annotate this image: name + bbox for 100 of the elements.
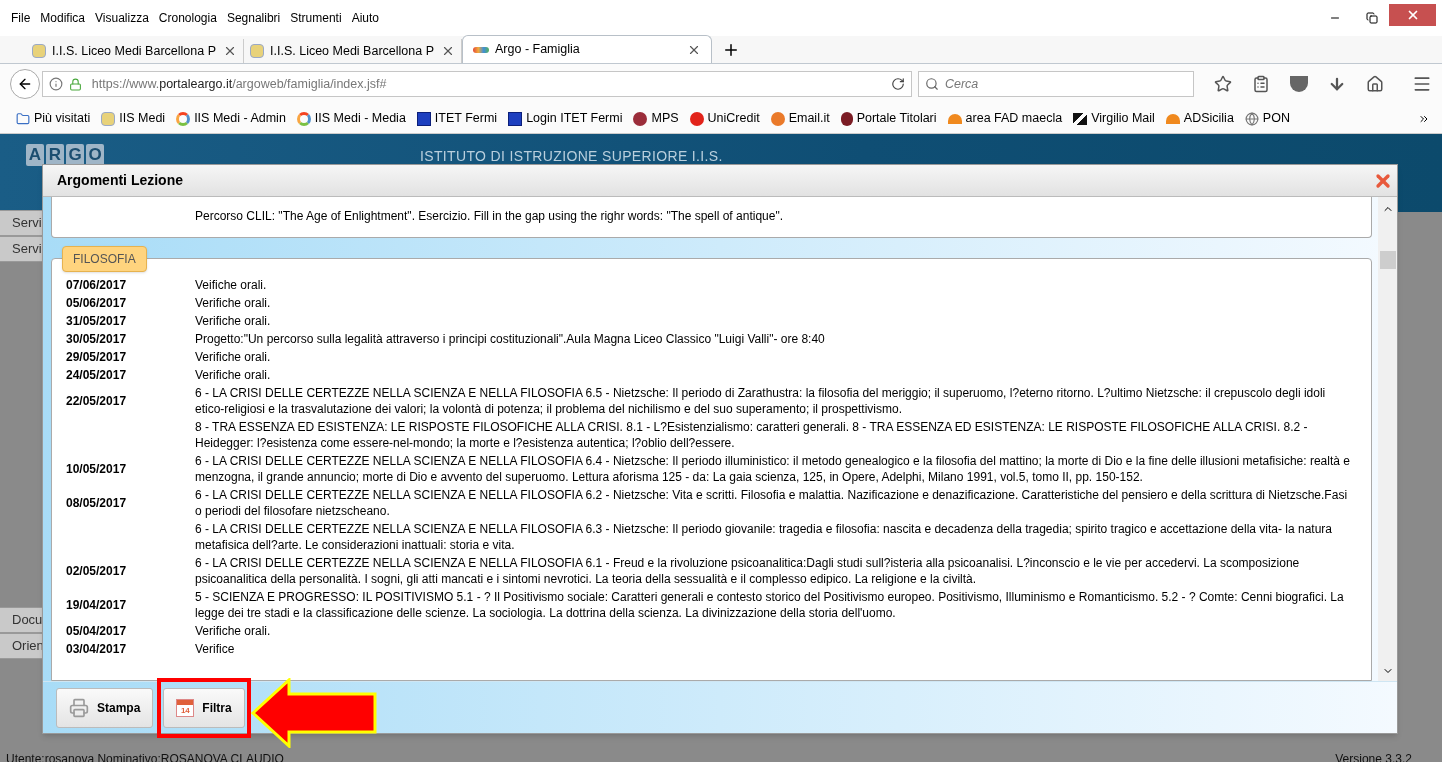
lesson-text: 6 - LA CRISI DELLE CERTEZZE NELLA SCIENZA E NELLA FILOSOFIA 6.5 - Nietzsche: Il periodo di Zarathustra: la filosofia del meriggio; il superuomo, l?eterno ritorno. L?ultimo Nietzsche: il crepuscolo degli idoli etico-religiosi e la trasvalutazione dei valori; la volontà di potenza; il problema del nichilismo e del suo superamento; il prospettivismo. <box>195 385 1327 417</box>
bookmark-star-icon[interactable] <box>1214 75 1232 93</box>
menu-item[interactable]: Visualizza <box>95 9 149 27</box>
search-field[interactable]: Cerca <box>917 71 1194 97</box>
crest-icon <box>250 44 264 58</box>
bookmark-link[interactable]: ADSicilia <box>1183 109 1234 128</box>
lesson-date: 05/06/2017 <box>66 296 127 310</box>
menu-item[interactable]: Aiuto <box>351 9 379 27</box>
toolbar-button[interactable]: 14 Filtra <box>163 687 245 728</box>
lesson-text: Verifiche orali. <box>195 313 272 329</box>
lesson-text: Veifiche orali. <box>195 277 268 293</box>
bookmark-link[interactable]: Virgilio Mail <box>1091 109 1155 128</box>
logo-letter: R <box>46 144 64 166</box>
lesson-date: 10/05/2017 <box>66 462 127 476</box>
download-icon[interactable] <box>1328 75 1346 93</box>
sidebar-item[interactable]: Servi <box>0 236 42 262</box>
back-button[interactable] <box>10 69 40 99</box>
lesson-text: Verifiche orali. <box>195 623 272 639</box>
browser-tab[interactable]: I.I.S. Liceo Medi Barcellona P <box>244 39 462 63</box>
lesson-text: Verifiche orali. <box>195 295 272 311</box>
lesson-date: 03/04/2017 <box>66 642 127 656</box>
reading-list-icon[interactable] <box>1252 75 1270 93</box>
lesson-date: 19/04/2017 <box>66 598 127 612</box>
close-tab-icon[interactable] <box>441 44 455 58</box>
menu-item[interactable]: Modifica <box>40 9 86 27</box>
logo-letter: A <box>26 144 44 166</box>
bookmark-link[interactable]: IIS Medi <box>119 109 166 128</box>
lesson-text: 6 - LA CRISI DELLE CERTEZZE NELLA SCIENZA E NELLA FILOSOFIA 6.2 - Nietzsche: Vita e scritti. Filosofia e malattia. Nazificazione e denazificazione. Caratteristiche del pensiero e della scrittura di Nietzsche.Fasi o periodi del filosofare nietzscheano. <box>195 487 1349 519</box>
menu-item[interactable]: Strumenti <box>290 9 342 27</box>
bookmark-link[interactable]: IIS Medi - Media <box>314 109 406 128</box>
bookmark-link[interactable]: area FAD maecla <box>965 109 1063 128</box>
lesson-date: 31/05/2017 <box>66 314 127 328</box>
address-field[interactable]: https://www.portaleargo.it/argoweb/famiglia/index.jsf# <box>41 71 912 97</box>
lesson-text: 8 - TRA ESSENZA ED ESISTENZA: LE RISPOSTE FILOSOFICHE ALLA CRISI. 8.1 - L?Esistenzialismo: caratteri generali. 8 - TRA ESSENZA ED ESISTENZA: LE RISPOSTE FILOSOFICHE ALLA CRISI. 8.2 - Heidegger: l?esistenza come essere-nel-mondo; la morte e l?esistenza autentica; l?oblio dell?essere. <box>195 419 1309 451</box>
browser-tab[interactable]: Argo - Famiglia <box>462 35 712 63</box>
pocket-icon[interactable] <box>1290 76 1308 92</box>
menu-item[interactable]: File <box>11 9 31 27</box>
joomla-icon <box>296 111 311 126</box>
lesson-date: 22/05/2017 <box>66 394 127 408</box>
lesson-text: Progetto:"Un percorso sulla legalità attraverso i principi costituzionali".Aula Magna Liceo Classico "Luigi Valli"- ore 8:40 <box>195 331 826 347</box>
lesson-text: 5 - SCIENZA E PROGRESSO: IL POSITIVISMO 5.1 - ? Il Positivismo sociale: Caratteri generali e contesto storico del Positivismo europeo. Positivismo, Illuminismo e Romanticismo. 5.2 - ? Comte: Cenni biografici. La legge dei tre stadi e la classificazione delle scienze. La sociologia. La dottrina della scienza. La divinizzazione della storia dell'uomo. <box>195 589 1345 621</box>
lesson-text: Verifiche orali. <box>195 349 272 365</box>
lesson-text: 6 - LA CRISI DELLE CERTEZZE NELLA SCIENZA E NELLA FILOSOFIA 6.1 - Freud e la rivoluzione psicoanalitica:Dagli studi sull?isteria alla psicoanalisi. L?inconscio e le vie per accedervi. La scomposizione psicoanalitica della personalità. I sogni, gli atti mancati e i sintomi nevrotici. La teoria della sessualità e il complesso edipico. La religione e la civiltà. <box>195 555 1301 587</box>
lesson-text: 6 - LA CRISI DELLE CERTEZZE NELLA SCIENZA E NELLA FILOSOFIA 6.3 - Nietzsche: Il periodo giovanile: tragedia e filosofia: nascita e decadenza della tragedia; spirito tragico e accettazione della vita- la natura metafisica dell?arte. Le considerazioni inattuali: storia e vita. <box>195 521 1334 553</box>
search-icon <box>924 77 939 91</box>
dialog-title: Argomenti Lezione <box>57 171 183 190</box>
scrollbar[interactable] <box>1378 197 1397 681</box>
url-text: https://www.portaleargo.it/argoweb/famiglia/index.jsf# <box>91 75 387 93</box>
logo-letter: G <box>66 144 84 166</box>
menu-item[interactable]: Segnalibri <box>226 9 281 27</box>
sidebar-item[interactable]: Docu <box>0 607 42 633</box>
institute-name: ISTITUTO DI ISTRUZIONE SUPERIORE I.I.S. <box>420 147 723 166</box>
new-tab-icon[interactable] <box>722 41 740 59</box>
close-tab-icon[interactable] <box>223 44 237 58</box>
scroll-thumb[interactable] <box>1379 251 1396 269</box>
square-icon <box>508 111 523 126</box>
bookmark-link[interactable]: Email.it <box>788 109 830 128</box>
lesson-text: Verifiche orali. <box>195 367 272 383</box>
crest-icon <box>32 44 46 58</box>
lesson-date: 07/06/2017 <box>66 278 127 292</box>
lesson-date: 05/04/2017 <box>66 624 127 638</box>
joomla-icon <box>176 111 191 126</box>
globe-icon <box>1244 111 1259 126</box>
reload-icon[interactable] <box>890 77 905 91</box>
calendar-icon: 14 <box>176 698 195 717</box>
lesson-date: 30/05/2017 <box>66 332 127 346</box>
sidebar-item[interactable]: Servi <box>0 210 42 236</box>
square-icon <box>416 111 431 126</box>
menu-item[interactable]: Cronologia <box>158 9 217 27</box>
bookmark-link[interactable]: IIS Medi - Admin <box>194 109 286 128</box>
subject-badge: FILOSOFIA <box>62 246 147 272</box>
cap-icon <box>947 113 962 124</box>
dots-icon <box>473 46 489 53</box>
lesson-text: Percorso CLIL: "The Age of Enlightment". Esercizio. Fill in the gap using the righr words: "The spell of antique". <box>195 208 784 225</box>
info-icon[interactable] <box>48 77 63 91</box>
home-icon[interactable] <box>1366 75 1384 93</box>
lock-icon <box>68 77 82 91</box>
letter-mark-icon <box>1073 112 1088 125</box>
lesson-date: 29/05/2017 <box>66 350 127 364</box>
drop-icon <box>840 111 853 126</box>
toolbar-button[interactable]: Stampa <box>56 687 154 728</box>
bookmark-link[interactable]: Login ITET Fermi <box>526 109 623 128</box>
lesson-date: 08/05/2017 <box>66 496 127 510</box>
lesson-date: 24/05/2017 <box>66 368 127 382</box>
bookmark-link[interactable]: UniCredit <box>707 109 760 128</box>
bookmark-link[interactable]: ITET Fermi <box>434 109 498 128</box>
folder-icon <box>16 111 30 126</box>
lesson-date: 02/05/2017 <box>66 564 127 578</box>
menu-icon[interactable] <box>1412 74 1432 94</box>
cap-icon <box>1165 113 1180 124</box>
bookmark-link[interactable]: Più visitati <box>34 109 91 128</box>
logo-letter: O <box>86 144 104 166</box>
bookmark-link[interactable]: Portale Titolari <box>856 109 937 128</box>
printer-icon <box>69 697 89 718</box>
lesson-text: Verifice <box>195 641 236 657</box>
crest-icon <box>101 111 116 126</box>
bookmark-link[interactable]: MPS <box>651 109 679 128</box>
browser-tab[interactable]: I.I.S. Liceo Medi Barcellona P <box>26 39 244 63</box>
lesson-text: 6 - LA CRISI DELLE CERTEZZE NELLA SCIENZA E NELLA FILOSOFIA 6.4 - Nietzsche: Il periodo illuministico: il metodo genealogico e la filosofia del mattino; la morte di Dio e la fine delle illusioni metafisiche: realtà e menzogna, il grande annuncio; morte di Dio e avvento del superuomo. Lettura aforisma 125 - da: La gaia scienza, 125, in Opere, Adelphi, Milano 1991, vol.5, tomo II, pp. 150-152. <box>195 453 1351 485</box>
bookmark-link[interactable]: PON <box>1262 109 1290 128</box>
